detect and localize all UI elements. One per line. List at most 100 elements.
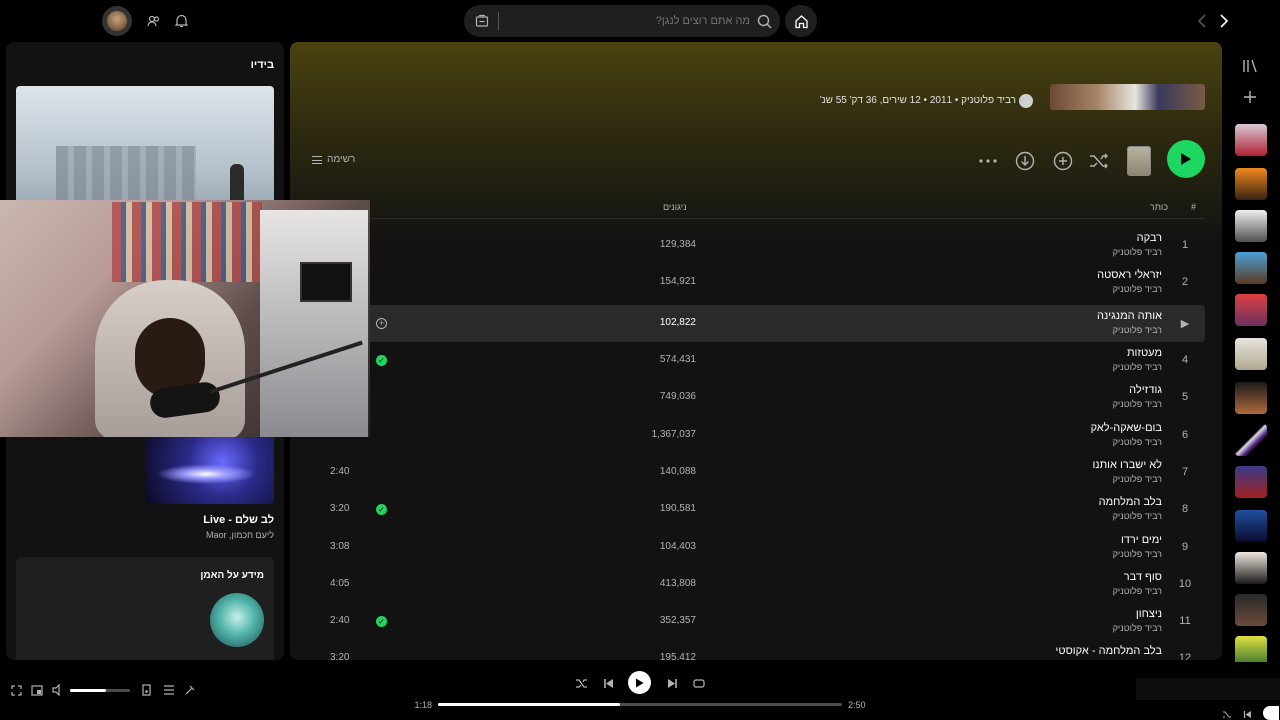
track-title[interactable]: אותה המנגינה — [1097, 310, 1162, 322]
track-plays: 104,403 — [659, 541, 696, 552]
create-plus-icon[interactable] — [1242, 89, 1258, 105]
track-artist[interactable]: רביד פלוטניק — [1113, 325, 1162, 335]
album-thumb-small[interactable] — [1127, 146, 1151, 176]
volume-icon[interactable] — [52, 684, 64, 696]
next-icon[interactable] — [665, 676, 679, 690]
video-subtitle[interactable]: ליעם חכמון, Maor — [206, 530, 274, 540]
about-artist-card[interactable]: מידע על האמן — [16, 557, 274, 660]
mini-previous-icon[interactable] — [1241, 709, 1253, 719]
shuffle-icon[interactable] — [574, 676, 588, 690]
avatar[interactable] — [102, 6, 132, 36]
track-row[interactable]: 12בלב המלחמה - אקוסטירביד פלוטניק195,412… — [300, 640, 1205, 660]
track-artist[interactable]: רביד פלוטניק — [1113, 549, 1162, 559]
saved-check-icon[interactable]: ✓ — [376, 504, 387, 515]
track-artist[interactable]: רביד פלוטניק — [1113, 362, 1162, 372]
track-row[interactable]: 2 יזראלי ראסטה רביד פלוטניק 154,921 — [300, 264, 1205, 301]
saved-check-icon[interactable]: ✓ — [376, 616, 387, 627]
library-icon[interactable] — [1242, 58, 1258, 74]
track-title[interactable]: בלב המלחמה - אקוסטי — [1056, 645, 1162, 657]
track-artist[interactable]: רביד פלוטניק — [1113, 284, 1162, 294]
album-banner-image[interactable] — [1050, 84, 1205, 110]
track-row[interactable]: 5 גודזילה רביד פלוטניק 749,036 — [300, 379, 1205, 416]
track-artist[interactable]: רביד פלוטניק — [1113, 623, 1162, 633]
top-bar — [0, 0, 1280, 42]
friends-icon[interactable] — [146, 13, 162, 29]
list-label: רשימה — [327, 154, 356, 165]
track-title[interactable]: לא ישברו אותנו — [1092, 459, 1162, 471]
back-arrow-icon[interactable] — [1194, 13, 1210, 29]
library-item[interactable] — [1235, 466, 1267, 498]
forward-arrow-icon[interactable] — [1216, 13, 1232, 29]
home-button[interactable] — [785, 5, 817, 37]
track-row[interactable]: ▶ אותה המנגינה רביד פלוטניק 102,822 + — [300, 305, 1205, 342]
browse-icon[interactable] — [474, 13, 490, 29]
track-duration: 2:40 — [330, 615, 350, 626]
track-row[interactable]: 1 רבקה רביד פלוטניק 129,384 — [300, 227, 1205, 264]
track-title[interactable]: רבקה — [1137, 232, 1162, 244]
track-row[interactable]: 7 לא ישברו אותנו רביד פלוטניק 140,088 2:40 — [300, 454, 1205, 491]
mini-shuffle-icon[interactable] — [1221, 709, 1233, 719]
search-bar[interactable] — [464, 5, 780, 37]
download-icon[interactable] — [1014, 150, 1036, 172]
library-item[interactable] — [1235, 294, 1267, 326]
library-item[interactable] — [1235, 382, 1267, 414]
library-item[interactable] — [1235, 210, 1267, 242]
track-row[interactable]: 8 בלב המלחמה רביד פלוטניק 190,581 3:20 ✓ — [300, 491, 1205, 528]
add-icon[interactable] — [1052, 150, 1074, 172]
library-item[interactable] — [1235, 168, 1267, 200]
previous-icon[interactable] — [601, 676, 615, 690]
track-title[interactable]: סוף דבר — [1124, 571, 1162, 583]
track-artist[interactable]: רביד פלוטניק — [1113, 247, 1162, 257]
track-title[interactable]: ניצחון — [1136, 608, 1162, 620]
progress-bar[interactable] — [438, 703, 842, 706]
track-plays: 129,384 — [659, 239, 696, 250]
track-artist[interactable]: רביד פלוטניק — [1113, 474, 1162, 484]
artist-avatar[interactable] — [210, 593, 264, 647]
track-row[interactable]: 10 סוף דבר רביד פלוטניק 413,808 4:05 — [300, 566, 1205, 603]
track-title[interactable]: בלב המלחמה — [1099, 496, 1162, 508]
library-item[interactable] — [1235, 338, 1267, 370]
track-row[interactable]: 6בום-שאקה-לאקרביד פלוטניק1,367,0373:21 — [300, 417, 1205, 454]
track-title[interactable]: יזראלי ראסטה — [1097, 269, 1162, 281]
video-thumbnail[interactable] — [146, 434, 274, 504]
library-item[interactable] — [1235, 252, 1267, 284]
track-row[interactable]: 9 ימים ירדו רביד פלוטניק 104,403 3:08 — [300, 529, 1205, 566]
library-item[interactable] — [1235, 594, 1267, 626]
play-pause-button[interactable] — [628, 671, 651, 694]
volume-slider[interactable] — [70, 689, 130, 692]
track-title[interactable]: מעטזות — [1127, 347, 1162, 359]
video-title[interactable]: לב שלם - Live — [203, 514, 274, 526]
library-item[interactable] — [1235, 424, 1267, 456]
search-input[interactable] — [504, 9, 750, 33]
track-artist[interactable]: רביד פלוטניק — [1113, 399, 1162, 409]
miniplayer-icon[interactable] — [31, 684, 43, 696]
track-number: 9 — [1181, 541, 1189, 553]
repeat-icon[interactable] — [692, 676, 706, 690]
bell-icon[interactable] — [173, 13, 189, 29]
fullscreen-icon[interactable] — [10, 684, 22, 696]
mini-play-button[interactable] — [1263, 706, 1279, 720]
artist-avatar-small[interactable] — [1019, 94, 1033, 108]
track-row[interactable]: 11 ניצחון רביד פלוטניק 352,357 2:40 ✓ — [300, 603, 1205, 640]
shuffle-icon[interactable] — [1088, 150, 1110, 172]
track-row[interactable]: 4 מעטזות רביד פלוטניק 574,431 ✓ — [300, 342, 1205, 379]
track-artist[interactable]: רביד פלוטניק — [1113, 586, 1162, 596]
library-item[interactable] — [1235, 552, 1267, 584]
elapsed-time: 1:18 — [414, 700, 432, 710]
queue-icon[interactable] — [163, 684, 175, 696]
track-artist[interactable]: רביד פלוטניק — [1113, 511, 1162, 521]
library-item[interactable] — [1235, 124, 1267, 156]
track-title[interactable]: גודזילה — [1129, 384, 1162, 396]
add-to-library-icon[interactable]: + — [376, 318, 387, 329]
search-icon[interactable] — [756, 13, 772, 29]
library-item[interactable] — [1235, 510, 1267, 542]
connect-device-icon[interactable] — [142, 684, 154, 696]
more-options-icon[interactable] — [978, 154, 998, 168]
track-title[interactable]: ימים ירדו — [1121, 534, 1162, 546]
track-artist[interactable]: רביד פלוטניק — [1113, 437, 1162, 447]
lyrics-icon[interactable] — [184, 684, 196, 696]
view-mode-button[interactable]: רשימה — [312, 154, 355, 165]
track-title[interactable]: בום-שאקה-לאק — [1091, 422, 1162, 434]
saved-check-icon[interactable]: ✓ — [376, 355, 387, 366]
play-button[interactable] — [1167, 140, 1205, 178]
